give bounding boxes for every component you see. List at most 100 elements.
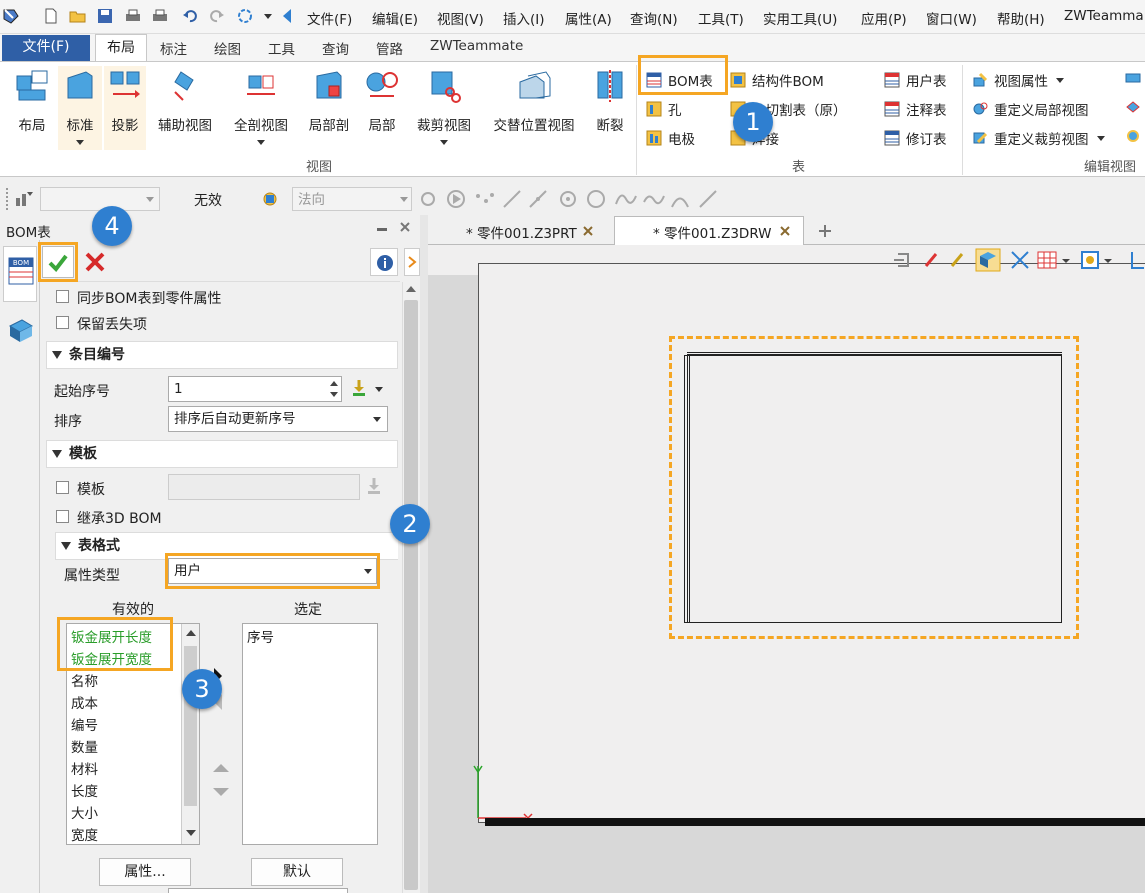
crop-view-dropdown-icon[interactable] xyxy=(440,140,448,145)
template-checkbox[interactable] xyxy=(56,481,69,494)
panel-expand-button[interactable] xyxy=(404,248,420,276)
snap-settings-icon[interactable] xyxy=(260,189,282,209)
redefine-crop-dropdown-icon[interactable] xyxy=(1096,135,1105,141)
doc-tab-drawing[interactable]: * 零件001.Z3DRW xyxy=(614,216,804,246)
tab-tools[interactable]: 工具 xyxy=(268,38,295,58)
tab-drawing[interactable]: 绘图 xyxy=(214,38,241,58)
menu-edit[interactable]: 编辑(E) xyxy=(372,8,418,28)
new-file-icon[interactable] xyxy=(42,7,60,25)
panel-scroll-thumb[interactable] xyxy=(404,300,418,890)
menu-file[interactable]: 文件(F) xyxy=(307,8,352,28)
spinner-icon[interactable] xyxy=(328,378,340,400)
print-preview-icon[interactable] xyxy=(151,7,169,25)
list-item[interactable]: 大小 xyxy=(71,802,98,822)
panel-close-icon[interactable] xyxy=(398,220,412,234)
menu-query[interactable]: 查询(N) xyxy=(630,8,678,28)
keep-missing-checkbox[interactable] xyxy=(56,316,69,329)
menu-attribute[interactable]: 属性(A) xyxy=(565,8,612,28)
crop-view-button[interactable]: 裁剪视图 xyxy=(410,68,478,145)
cancel-button[interactable] xyxy=(79,246,111,278)
doc-tab-part[interactable]: * 零件001.Z3PRT xyxy=(456,217,606,245)
splitter[interactable] xyxy=(420,215,428,893)
qat-dropdown-icon[interactable] xyxy=(264,14,272,19)
attributes-button[interactable]: 属性... xyxy=(99,858,191,886)
menu-help[interactable]: 帮助(H) xyxy=(997,8,1045,28)
info-button[interactable] xyxy=(370,248,398,276)
template-section-header[interactable]: 模板 xyxy=(46,440,398,468)
start-no-input[interactable]: 1 xyxy=(168,376,342,402)
filter-combo-dropdown-icon[interactable] xyxy=(146,197,154,202)
tab-piping[interactable]: 管路 xyxy=(376,38,403,58)
pick-number-dropdown-icon[interactable] xyxy=(375,387,383,392)
direction-combo[interactable]: 法向 xyxy=(292,187,412,211)
menu-window[interactable]: 窗口(W) xyxy=(926,8,977,28)
view-tools-bar[interactable] xyxy=(892,248,1145,272)
list-item[interactable]: 数量 xyxy=(71,736,98,756)
user-table-button[interactable]: 用户表 xyxy=(884,70,947,90)
detail-view-button[interactable]: 局部 xyxy=(362,68,402,134)
file-tab[interactable]: 文件(F) xyxy=(2,35,90,61)
view-cube-tab-icon[interactable] xyxy=(6,318,34,344)
break-view-button[interactable]: 断裂 xyxy=(590,68,630,134)
numbering-section-header[interactable]: 条目编号 xyxy=(46,341,398,369)
pick-number-icon[interactable] xyxy=(349,378,369,398)
snap-tools-group[interactable] xyxy=(416,188,726,210)
menu-tools[interactable]: 工具(T) xyxy=(698,8,744,28)
partial-section-button[interactable]: 局部剖 xyxy=(302,68,356,134)
undo-icon[interactable] xyxy=(181,7,199,25)
panel-minimize-icon[interactable] xyxy=(377,228,387,231)
list-item[interactable]: 材料 xyxy=(71,758,98,778)
menu-view[interactable]: 视图(V) xyxy=(437,8,484,28)
close-icon[interactable] xyxy=(582,225,594,237)
list-item[interactable]: 宽度 xyxy=(71,824,98,844)
full-section-view-button[interactable]: 全剖视图 xyxy=(228,68,294,145)
open-folder-icon[interactable] xyxy=(69,7,87,25)
print-icon[interactable] xyxy=(124,7,142,25)
selected-list[interactable]: 序号 xyxy=(242,623,378,845)
menu-apps[interactable]: 应用(P) xyxy=(861,8,907,28)
available-list-scrollbar[interactable] xyxy=(181,624,199,844)
scroll-up-icon[interactable] xyxy=(186,630,196,636)
next-field-input[interactable] xyxy=(168,888,348,893)
list-item[interactable]: 名称 xyxy=(71,670,98,690)
list-item[interactable]: 长度 xyxy=(71,780,98,800)
standard-view-button[interactable]: 标准 xyxy=(58,66,102,150)
bom-panel-tab[interactable]: BOM xyxy=(3,246,37,302)
alternate-position-view-button[interactable]: 交替位置视图 xyxy=(486,68,582,134)
scroll-up-icon[interactable] xyxy=(406,286,416,292)
add-tab-icon[interactable] xyxy=(817,223,833,239)
save-icon[interactable] xyxy=(96,7,114,25)
menu-insert[interactable]: 插入(I) xyxy=(503,8,545,28)
redefine-detail-view-button[interactable]: 重定义局部视图 xyxy=(972,99,1089,119)
sync-bom-checkbox[interactable] xyxy=(56,290,69,303)
standard-dropdown-icon[interactable] xyxy=(76,140,84,145)
list-item[interactable]: 成本 xyxy=(71,692,98,712)
auxiliary-view-button[interactable]: 辅助视图 xyxy=(152,68,218,134)
structure-bom-button[interactable]: 结构件BOM xyxy=(730,70,824,90)
template-browse-icon[interactable] xyxy=(364,476,384,496)
full-section-dropdown-icon[interactable] xyxy=(257,140,265,145)
filter-combo[interactable] xyxy=(40,187,160,211)
redo-icon[interactable] xyxy=(208,7,226,25)
layout-button[interactable]: 布局 xyxy=(8,68,56,134)
menu-teammate[interactable]: ZWTeamma xyxy=(1064,8,1144,24)
electrode-table-button[interactable]: 电极 xyxy=(646,128,695,148)
scroll-down-icon[interactable] xyxy=(186,830,196,836)
edit-tool-icon[interactable] xyxy=(1124,99,1142,115)
tab-zwteammate[interactable]: ZWTeammate xyxy=(430,38,523,54)
list-item[interactable]: 编号 xyxy=(71,714,98,734)
edit-tool-icon[interactable] xyxy=(1124,128,1142,144)
sort-dropdown-icon[interactable] xyxy=(373,417,381,422)
tab-layout[interactable]: 布局 xyxy=(95,34,147,62)
projection-button[interactable]: 投影 xyxy=(104,66,146,150)
list-item[interactable]: 序号 xyxy=(247,626,274,646)
collapse-arrow-icon[interactable] xyxy=(283,9,291,23)
note-table-button[interactable]: 注释表 xyxy=(884,99,947,119)
default-button[interactable]: 默认 xyxy=(251,858,343,886)
view-properties-button[interactable]: 视图属性 xyxy=(972,70,1064,90)
revision-table-button[interactable]: 修订表 xyxy=(884,128,947,148)
regen-icon[interactable] xyxy=(236,7,254,25)
inherit-3d-bom-checkbox[interactable] xyxy=(56,510,69,523)
close-icon[interactable] xyxy=(779,225,791,237)
tab-annotation[interactable]: 标注 xyxy=(160,38,187,58)
